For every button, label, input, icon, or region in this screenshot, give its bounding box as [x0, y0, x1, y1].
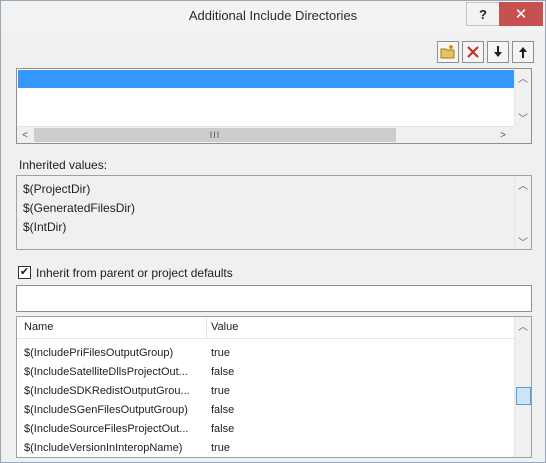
macro-value: false	[211, 423, 235, 435]
help-button[interactable]: ?	[466, 2, 500, 26]
macros-grid-vscrollbar[interactable]: ︿	[514, 317, 531, 457]
dialog-content: ︿ ﹀ < III > Inherited values: $(ProjectD…	[7, 31, 541, 458]
macro-name: $(IncludePriFilesOutputGroup)	[24, 347, 174, 359]
dialog-window: Additional Include Directories ? ✕ ︿ ﹀ <…	[0, 0, 546, 463]
inherit-checkbox-label[interactable]: Inherit from parent or project defaults	[36, 266, 233, 280]
scroll-down-arrow-icon[interactable]: ﹀	[515, 109, 531, 125]
move-down-icon	[494, 46, 502, 57]
table-row[interactable]: $(IncludeSourceFilesProjectOut... false	[17, 421, 514, 440]
new-folder-icon	[440, 45, 455, 59]
dialog-title: Additional Include Directories	[188, 8, 358, 23]
new-line-button[interactable]	[437, 41, 459, 63]
move-up-button[interactable]	[512, 41, 534, 63]
scroll-up-arrow-icon[interactable]: ︿	[515, 176, 531, 192]
scroll-left-arrow-icon[interactable]: <	[17, 127, 33, 143]
inherited-value: $(IntDir)	[23, 220, 67, 234]
macro-name: $(IncludeVersionInInteropName)	[24, 442, 183, 454]
vscroll-thumb[interactable]	[516, 387, 531, 405]
macro-name: $(IncludeSourceFilesProjectOut...	[24, 423, 189, 435]
column-header-name[interactable]: Name	[24, 321, 53, 333]
move-down-button[interactable]	[487, 41, 509, 63]
macro-name: $(IncludeSatelliteDllsProjectOut...	[24, 366, 188, 378]
macro-value: true	[211, 442, 230, 454]
hscroll-thumb[interactable]: III	[34, 128, 396, 142]
macro-filter-input[interactable]	[16, 285, 532, 312]
column-header-value[interactable]: Value	[211, 321, 238, 333]
list-item-selected[interactable]	[18, 70, 514, 88]
directory-list[interactable]: ︿ ﹀ < III >	[16, 68, 532, 144]
macros-grid[interactable]: Name Value $(IncludePriFilesOutputGroup)…	[16, 316, 532, 458]
table-row[interactable]: $(IncludeSDKRedistOutputGrou... true	[17, 383, 514, 402]
column-separator[interactable]	[206, 317, 207, 339]
inherited-vscrollbar[interactable]: ︿ ﹀	[514, 176, 531, 249]
inherited-value: $(ProjectDir)	[23, 182, 91, 196]
table-row[interactable]: $(IncludeVersionInInteropName) true	[17, 440, 514, 457]
macro-name: $(IncludeSDKRedistOutputGrou...	[24, 385, 190, 397]
inherited-value: $(GeneratedFilesDir)	[23, 201, 136, 215]
macro-value: true	[211, 385, 230, 397]
macro-value: true	[211, 347, 230, 359]
title-bar[interactable]: Additional Include Directories ? ✕	[1, 1, 545, 31]
inherit-checkbox[interactable]: ✔	[18, 266, 31, 279]
close-button[interactable]: ✕	[499, 2, 543, 26]
delete-button[interactable]	[462, 41, 484, 63]
scroll-up-arrow-icon[interactable]: ︿	[515, 317, 531, 333]
directory-list-vscrollbar[interactable]: ︿ ﹀	[514, 69, 531, 126]
table-row[interactable]: $(IncludeSatelliteDllsProjectOut... fals…	[17, 364, 514, 383]
move-up-icon	[519, 47, 527, 58]
table-row[interactable]: $(IncludePriFilesOutputGroup) true	[17, 345, 514, 364]
scroll-right-arrow-icon[interactable]: >	[495, 127, 511, 143]
scroll-down-arrow-icon[interactable]: ﹀	[515, 233, 531, 249]
macro-value: false	[211, 404, 235, 416]
scroll-corner	[514, 126, 531, 143]
macro-name: $(IncludeSGenFilesOutputGroup)	[24, 404, 188, 416]
inherited-values-box: $(ProjectDir) $(GeneratedFilesDir) $(Int…	[16, 175, 532, 250]
inherited-values-label: Inherited values:	[19, 158, 108, 172]
table-row[interactable]: $(IncludeSGenFilesOutputGroup) false	[17, 402, 514, 421]
macro-value: false	[211, 366, 235, 378]
delete-icon	[467, 46, 479, 58]
scroll-up-arrow-icon[interactable]: ︿	[515, 69, 531, 85]
directory-list-hscrollbar[interactable]: < III >	[17, 126, 514, 143]
grid-header: Name Value	[17, 317, 514, 339]
